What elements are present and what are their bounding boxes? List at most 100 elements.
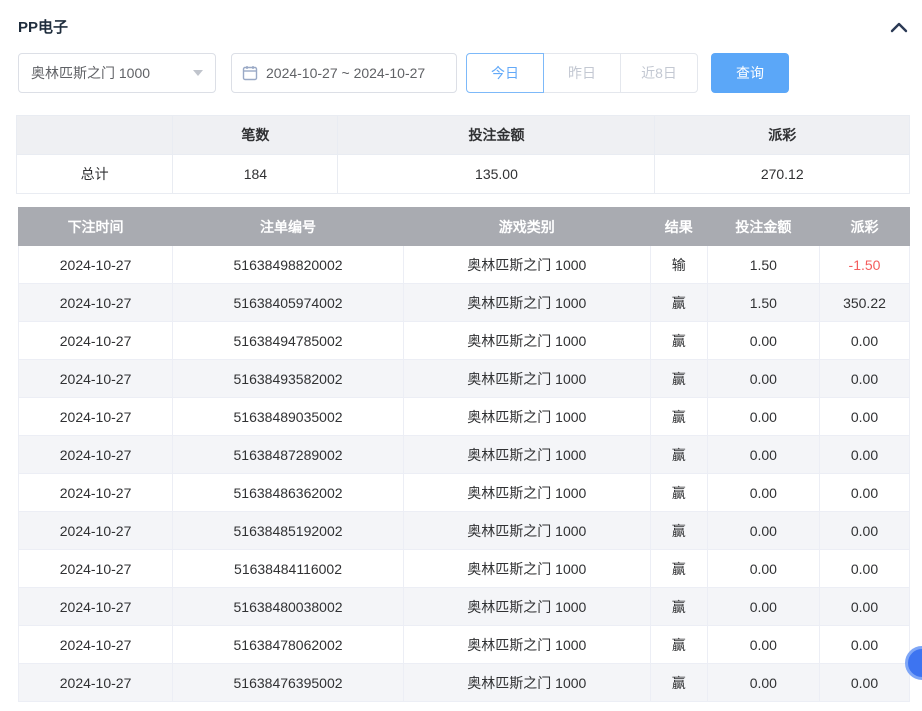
cell-bet-time: 2024-10-27 (19, 664, 173, 702)
table-row: 2024-10-27 51638485192002 奥林匹斯之门 1000 赢 … (19, 512, 910, 550)
cell-order-number: 51638498820002 (173, 246, 404, 284)
cell-payout: 0.00 (819, 398, 909, 436)
summary-table: 笔数 投注金额 派彩 总计 184 135.00 270.12 (16, 115, 910, 194)
cell-result: 赢 (650, 550, 707, 588)
chevron-down-icon (193, 70, 203, 76)
table-row: 2024-10-27 51638405974002 奥林匹斯之门 1000 赢 … (19, 284, 910, 322)
table-row: 2024-10-27 51638498820002 奥林匹斯之门 1000 输 … (19, 246, 910, 284)
game-select-value: 奥林匹斯之门 1000 (31, 63, 150, 83)
table-row: 2024-10-27 51638486362002 奥林匹斯之门 1000 赢 … (19, 474, 910, 512)
cell-payout: 0.00 (819, 550, 909, 588)
cell-result: 赢 (650, 284, 707, 322)
bet-table-body: 2024-10-27 51638498820002 奥林匹斯之门 1000 输 … (19, 246, 910, 702)
cell-bet-time: 2024-10-27 (19, 512, 173, 550)
summary-header-payout: 派彩 (655, 116, 910, 155)
summary-total-count: 184 (173, 155, 338, 194)
table-row: 2024-10-27 51638493582002 奥林匹斯之门 1000 赢 … (19, 360, 910, 398)
col-header-bet-time: 下注时间 (19, 208, 173, 246)
cell-game-type: 奥林匹斯之门 1000 (403, 626, 650, 664)
cell-bet-time: 2024-10-27 (19, 436, 173, 474)
filter-bar: 奥林匹斯之门 1000 2024-10-27 ~ 2024-10-27 今日 昨… (16, 51, 910, 93)
bet-records-table: 下注时间 注单编号 游戏类别 结果 投注金额 派彩 2024-10-27 516… (18, 207, 910, 702)
cell-order-number: 51638487289002 (173, 436, 404, 474)
cell-game-type: 奥林匹斯之门 1000 (403, 246, 650, 284)
summary-header-count: 笔数 (173, 116, 338, 155)
cell-bet-time: 2024-10-27 (19, 284, 173, 322)
cell-payout: 0.00 (819, 322, 909, 360)
cell-payout: 0.00 (819, 512, 909, 550)
cell-order-number: 51638485192002 (173, 512, 404, 550)
cell-game-type: 奥林匹斯之门 1000 (403, 284, 650, 322)
cell-bet-amount: 0.00 (707, 474, 819, 512)
summary-header-bet: 投注金额 (338, 116, 655, 155)
cell-result: 输 (650, 246, 707, 284)
cell-payout: 0.00 (819, 436, 909, 474)
col-header-payout: 派彩 (819, 208, 909, 246)
cell-payout: -1.50 (819, 246, 909, 284)
cell-bet-amount: 0.00 (707, 398, 819, 436)
cell-result: 赢 (650, 360, 707, 398)
cell-payout: 0.00 (819, 626, 909, 664)
col-header-bet-amount: 投注金额 (707, 208, 819, 246)
panel-header: PP电子 (16, 0, 910, 51)
summary-header-empty (17, 116, 173, 155)
cell-result: 赢 (650, 436, 707, 474)
date-range-input[interactable]: 2024-10-27 ~ 2024-10-27 (231, 53, 457, 93)
cell-game-type: 奥林匹斯之门 1000 (403, 474, 650, 512)
cell-bet-amount: 0.00 (707, 664, 819, 702)
cell-order-number: 51638486362002 (173, 474, 404, 512)
cell-game-type: 奥林匹斯之门 1000 (403, 436, 650, 474)
cell-result: 赢 (650, 474, 707, 512)
cell-bet-time: 2024-10-27 (19, 588, 173, 626)
cell-order-number: 51638405974002 (173, 284, 404, 322)
cell-payout: 350.22 (819, 284, 909, 322)
cell-bet-time: 2024-10-27 (19, 550, 173, 588)
summary-total-row: 总计 184 135.00 270.12 (17, 155, 910, 194)
cell-order-number: 51638493582002 (173, 360, 404, 398)
cell-bet-amount: 0.00 (707, 322, 819, 360)
cell-payout: 0.00 (819, 474, 909, 512)
cell-game-type: 奥林匹斯之门 1000 (403, 550, 650, 588)
bet-table-header-row: 下注时间 注单编号 游戏类别 结果 投注金额 派彩 (19, 208, 910, 246)
chevron-up-icon (890, 20, 908, 34)
cell-bet-time: 2024-10-27 (19, 246, 173, 284)
cell-bet-amount: 0.00 (707, 360, 819, 398)
calendar-icon (242, 65, 258, 81)
summary-total-label: 总计 (17, 155, 173, 194)
cell-bet-time: 2024-10-27 (19, 626, 173, 664)
cell-game-type: 奥林匹斯之门 1000 (403, 588, 650, 626)
collapse-panel-button[interactable] (890, 20, 908, 34)
cell-game-type: 奥林匹斯之门 1000 (403, 322, 650, 360)
cell-result: 赢 (650, 664, 707, 702)
cell-bet-amount: 0.00 (707, 550, 819, 588)
cell-bet-amount: 1.50 (707, 284, 819, 322)
cell-bet-time: 2024-10-27 (19, 474, 173, 512)
table-row: 2024-10-27 51638478062002 奥林匹斯之门 1000 赢 … (19, 626, 910, 664)
cell-bet-time: 2024-10-27 (19, 360, 173, 398)
quick-filter-today[interactable]: 今日 (466, 53, 544, 93)
cell-payout: 0.00 (819, 588, 909, 626)
table-row: 2024-10-27 51638494785002 奥林匹斯之门 1000 赢 … (19, 322, 910, 360)
cell-game-type: 奥林匹斯之门 1000 (403, 360, 650, 398)
game-select[interactable]: 奥林匹斯之门 1000 (18, 53, 216, 93)
cell-bet-amount: 0.00 (707, 588, 819, 626)
cell-order-number: 51638489035002 (173, 398, 404, 436)
summary-total-payout: 270.12 (655, 155, 910, 194)
table-row: 2024-10-27 51638476395002 奥林匹斯之门 1000 赢 … (19, 664, 910, 702)
cell-result: 赢 (650, 588, 707, 626)
cell-result: 赢 (650, 512, 707, 550)
search-button[interactable]: 查询 (711, 53, 789, 93)
cell-order-number: 51638476395002 (173, 664, 404, 702)
quick-filter-yesterday[interactable]: 昨日 (543, 53, 621, 93)
cell-game-type: 奥林匹斯之门 1000 (403, 512, 650, 550)
cell-bet-time: 2024-10-27 (19, 322, 173, 360)
cell-bet-amount: 0.00 (707, 436, 819, 474)
cell-game-type: 奥林匹斯之门 1000 (403, 398, 650, 436)
cell-order-number: 51638478062002 (173, 626, 404, 664)
cell-bet-amount: 1.50 (707, 246, 819, 284)
cell-result: 赢 (650, 626, 707, 664)
table-row: 2024-10-27 51638489035002 奥林匹斯之门 1000 赢 … (19, 398, 910, 436)
quick-filter-last8days[interactable]: 近8日 (620, 53, 698, 93)
cell-bet-amount: 0.00 (707, 626, 819, 664)
cell-game-type: 奥林匹斯之门 1000 (403, 664, 650, 702)
